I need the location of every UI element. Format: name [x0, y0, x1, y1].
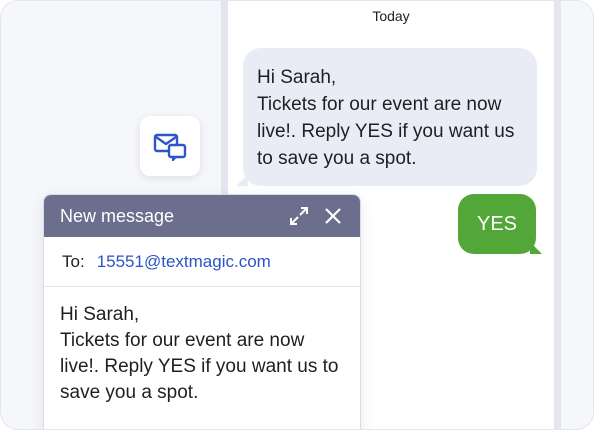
to-label: To: [62, 251, 85, 271]
compose-header: New message [44, 195, 360, 237]
compose-window: New message To: 15551@textmagic.com Hi S… [43, 194, 361, 429]
close-icon[interactable] [322, 205, 344, 227]
expand-icon[interactable] [288, 205, 310, 227]
bubble-tail [236, 174, 248, 186]
recipient-field[interactable]: To: 15551@textmagic.com [44, 237, 360, 287]
email-to-sms-icon [153, 133, 187, 161]
message-body-input[interactable]: Hi Sarah, Tickets for our event are now … [44, 287, 360, 421]
incoming-message-bubble: Hi Sarah, Tickets for our event are now … [236, 48, 537, 186]
date-divider: Today [372, 8, 410, 24]
recipient-value[interactable]: 15551@textmagic.com [97, 252, 271, 272]
incoming-message-text: Hi Sarah, Tickets for our event are now … [257, 67, 515, 169]
bubble-tail [530, 242, 542, 254]
screen-frame: Today Hi Sarah, Tickets for our event ar… [0, 0, 594, 430]
outgoing-message-bubble: YES [458, 194, 542, 254]
compose-title: New message [60, 205, 175, 226]
outgoing-message-text: YES [476, 212, 518, 235]
email-to-sms-icon-card[interactable] [140, 116, 200, 176]
